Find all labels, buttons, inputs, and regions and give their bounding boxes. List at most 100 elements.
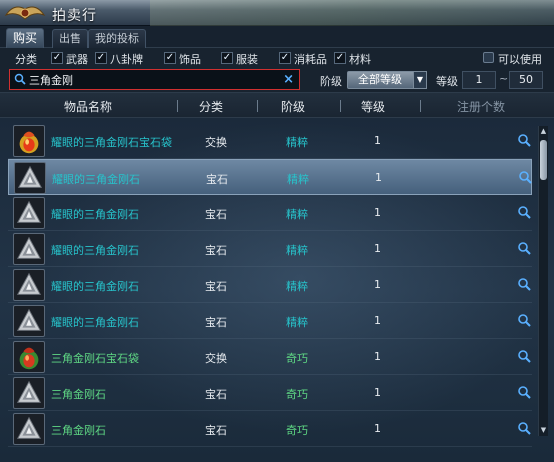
item-level: 1 [374, 134, 381, 147]
item-level: 1 [374, 422, 381, 435]
costume-checkbox[interactable]: ✓ [221, 52, 233, 64]
header-category[interactable]: 分类 [199, 98, 223, 115]
item-level: 1 [374, 242, 381, 255]
diamond-gem-icon [13, 413, 45, 445]
header-grade[interactable]: 阶级 [281, 98, 305, 115]
window-title: 拍卖行 [52, 8, 97, 24]
search-row: × 阶级 全部等级 ▼ 等级 1 ~ 50 [0, 68, 554, 92]
item-grade: 精粹 [286, 280, 308, 293]
tab-bar: 购买 出售 我的投标 [0, 26, 554, 48]
item-category: 宝石 [205, 388, 227, 401]
gem-pouch-icon [13, 341, 45, 373]
title-bar: 拍卖行 [0, 0, 554, 26]
table-row[interactable]: 耀眼的三角金刚石 宝石 精粹 1 [8, 195, 532, 231]
level-max-input[interactable]: 50 [509, 71, 543, 89]
search-icon[interactable] [517, 133, 531, 147]
header-name[interactable]: 物品名称 [64, 98, 112, 115]
tab-my-bids[interactable]: 我的投标 [88, 29, 146, 48]
item-grade: 奇巧 [286, 352, 308, 365]
search-icon[interactable] [517, 277, 531, 291]
item-level: 1 [375, 171, 382, 184]
grade-label: 阶级 [320, 75, 342, 88]
diamond-gem-icon [14, 162, 46, 194]
item-grade: 精粹 [287, 173, 309, 186]
search-icon[interactable] [518, 170, 532, 184]
level-min-input[interactable]: 1 [462, 71, 496, 89]
search-icon[interactable] [517, 205, 531, 219]
table-row[interactable]: 耀眼的三角金刚石 宝石 精粹 1 [8, 159, 532, 195]
item-name[interactable]: 三角金刚石 [51, 422, 106, 438]
grade-select[interactable]: 全部等级 ▼ [347, 71, 427, 89]
header-count[interactable]: 注册个数 [457, 98, 505, 115]
material-checkbox[interactable]: ✓ [334, 52, 346, 64]
consumable-label: 消耗品 [294, 53, 327, 66]
tab-sell[interactable]: 出售 [52, 29, 88, 48]
table-row[interactable]: 三角金刚石 宝石 奇巧 1 [8, 411, 532, 447]
header-level[interactable]: 等级 [361, 98, 385, 115]
item-name[interactable]: 耀眼的三角金刚石 [51, 242, 139, 258]
search-icon[interactable] [517, 349, 531, 363]
item-name[interactable]: 耀眼的三角金刚石 [51, 314, 139, 330]
scroll-down-icon[interactable]: ▼ [539, 426, 548, 435]
game-emblem-icon [4, 6, 46, 20]
diamond-gem-icon [13, 377, 45, 409]
table-row[interactable]: 耀眼的三角金刚石宝石袋 交换 精粹 1 [8, 123, 532, 159]
bagua-label: 八卦牌 [110, 53, 143, 66]
item-category: 交换 [205, 352, 227, 365]
table-row[interactable]: 三角金刚石 宝石 奇巧 1 [8, 375, 532, 411]
scrollbar-thumb[interactable] [540, 140, 547, 180]
category-filter-row: 分类 ✓ 武器 ✓ 八卦牌 ✓ 饰品 ✓ 服装 ✓ 消耗品 ✓ 材料 可以使用 [0, 48, 554, 68]
usable-toggle[interactable] [483, 52, 494, 63]
search-icon[interactable] [517, 313, 531, 327]
header-separator [420, 100, 421, 112]
accessory-checkbox[interactable]: ✓ [164, 52, 176, 64]
table-row[interactable]: 耀眼的三角金刚石 宝石 精粹 1 [8, 303, 532, 339]
item-category: 宝石 [205, 424, 227, 437]
search-box: × [9, 69, 300, 90]
bagua-checkbox[interactable]: ✓ [95, 52, 107, 64]
item-grade: 精粹 [286, 208, 308, 221]
item-name[interactable]: 三角金刚石 [51, 386, 106, 402]
diamond-gem-icon [13, 305, 45, 337]
title-bar-background [150, 0, 554, 26]
search-icon[interactable] [517, 421, 531, 435]
item-name[interactable]: 耀眼的三角金刚石 [51, 206, 139, 222]
weapon-label: 武器 [66, 53, 88, 66]
search-icon [14, 73, 26, 85]
item-grade: 精粹 [286, 244, 308, 257]
table-row[interactable]: 耀眼的三角金刚石 宝石 精粹 1 [8, 267, 532, 303]
item-name[interactable]: 耀眼的三角金刚石宝石袋 [51, 134, 172, 150]
level-label: 等级 [436, 75, 458, 88]
list-scrollbar[interactable]: ▲ ▼ [538, 126, 548, 436]
item-name[interactable]: 耀眼的三角金刚石 [51, 278, 139, 294]
header-separator [340, 100, 341, 112]
chevron-down-icon[interactable]: ▼ [413, 71, 427, 89]
item-grade: 精粹 [286, 136, 308, 149]
item-name[interactable]: 耀眼的三角金刚石 [52, 171, 140, 187]
diamond-gem-icon [13, 197, 45, 229]
search-icon[interactable] [517, 241, 531, 255]
item-category: 宝石 [206, 173, 228, 186]
item-category: 宝石 [205, 208, 227, 221]
clear-search-icon[interactable]: × [283, 72, 294, 87]
accessory-label: 饰品 [179, 53, 201, 66]
table-row[interactable]: 三角金刚石宝石袋 交换 奇巧 1 [8, 339, 532, 375]
search-icon[interactable] [517, 385, 531, 399]
diamond-gem-icon [13, 269, 45, 301]
search-input[interactable] [29, 72, 269, 87]
weapon-checkbox[interactable]: ✓ [51, 52, 63, 64]
item-category: 宝石 [205, 244, 227, 257]
item-grade: 奇巧 [286, 388, 308, 401]
header-separator [177, 100, 178, 112]
tab-buy[interactable]: 购买 [6, 28, 45, 48]
item-grade: 精粹 [286, 316, 308, 329]
consumable-checkbox[interactable]: ✓ [279, 52, 291, 64]
level-range-separator: ~ [499, 72, 509, 85]
table-row[interactable]: 耀眼的三角金刚石 宝石 精粹 1 [8, 231, 532, 267]
scroll-up-icon[interactable]: ▲ [539, 127, 548, 136]
header-separator [257, 100, 258, 112]
item-category: 宝石 [205, 316, 227, 329]
item-name[interactable]: 三角金刚石宝石袋 [51, 350, 139, 366]
grade-select-value: 全部等级 [358, 73, 402, 86]
gem-pouch-icon [13, 125, 45, 157]
